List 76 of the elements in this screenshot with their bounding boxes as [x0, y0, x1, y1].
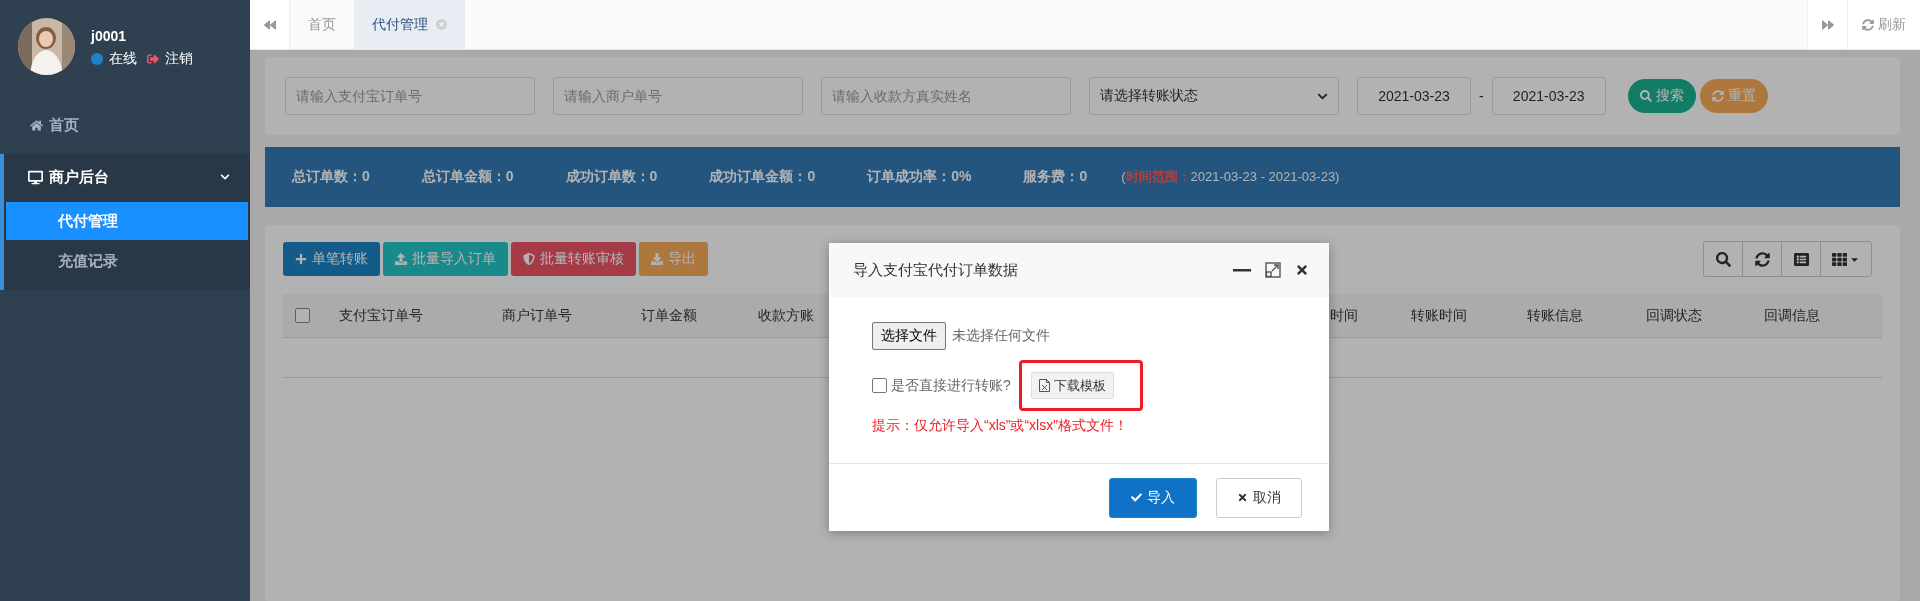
rewind-icon: [263, 18, 276, 31]
list-icon: [1793, 251, 1809, 267]
status-select[interactable]: 请选择转账状态: [1089, 77, 1339, 115]
refresh-button[interactable]: [1742, 241, 1782, 277]
date-to-field[interactable]: 2021-03-23: [1491, 77, 1606, 115]
page-tab[interactable]: 代付管理: [354, 0, 465, 49]
checkbox-label: 是否直接进行转账?: [891, 376, 1011, 395]
menu-group-title[interactable]: 商户后台: [49, 167, 109, 187]
refresh-icon: [1711, 90, 1724, 102]
column-header: 转账信息: [1527, 306, 1584, 325]
shield-icon: [523, 253, 535, 265]
select-all-checkbox[interactable]: [295, 308, 310, 323]
plus-icon: [295, 253, 307, 265]
cancel-button[interactable]: 取消: [1216, 477, 1302, 518]
range-value: 2021-03-23 - 2021-03-23): [1190, 169, 1340, 184]
column-header: 时间: [1330, 306, 1359, 325]
direct-transfer-checkbox[interactable]: [872, 378, 887, 393]
import-button[interactable]: 导入: [1109, 477, 1197, 518]
range-label: 时间范围：: [1125, 169, 1191, 184]
stat-text: 服务费：0: [1023, 168, 1088, 186]
stat-text: 成功订单金额：0: [709, 168, 816, 186]
list-view-button[interactable]: [1781, 241, 1821, 277]
date-separator: -: [1479, 88, 1484, 104]
check-icon: [1131, 492, 1142, 503]
search-field[interactable]: 请输入收款方真实姓名: [821, 77, 1071, 115]
dialog-title: 导入支付宝代付订单数据: [853, 260, 1019, 280]
column-header: 收款方账: [758, 306, 815, 325]
download-template-button[interactable]: 下载模板: [1030, 372, 1114, 399]
monitor-icon: [28, 169, 43, 185]
maximize-icon[interactable]: [1265, 262, 1281, 278]
search-button[interactable]: [1703, 241, 1743, 277]
stat-text: 订单成功率：0%: [867, 168, 972, 186]
scroll-right-button[interactable]: [1807, 0, 1847, 49]
column-header: 商户订单号: [502, 306, 573, 325]
close-icon: [1237, 492, 1248, 503]
logout-icon[interactable]: [147, 53, 159, 65]
refresh-button[interactable]: 刷新: [1847, 0, 1920, 49]
upload-icon: [395, 253, 407, 265]
choose-file-button[interactable]: 选择文件: [872, 322, 946, 350]
file-status: 未选择任何文件: [952, 327, 1050, 345]
stat-text: 总订单数：0: [292, 168, 370, 186]
submenu-item[interactable]: 充值记录: [6, 242, 248, 280]
home-icon: [30, 118, 43, 132]
logout-link[interactable]: 注销: [165, 50, 193, 68]
stat-text: 总订单金额：0: [421, 168, 514, 186]
toolbar-button[interactable]: 批量转账审核: [511, 242, 636, 276]
menu-item[interactable]: 首页: [0, 100, 250, 150]
spreadsheet-file-icon: [1038, 379, 1050, 392]
search-icon: [1715, 251, 1731, 267]
column-header: 支付宝订单号: [339, 306, 424, 325]
close-icon[interactable]: [1295, 263, 1309, 277]
search-field[interactable]: 请输入商户单号: [553, 77, 803, 115]
refresh-icon: [1754, 251, 1770, 267]
chevron-icon[interactable]: [220, 172, 230, 182]
page-tab[interactable]: 首页: [290, 0, 354, 49]
grid-icon: [1832, 251, 1847, 267]
column-header: 回调状态: [1646, 306, 1703, 325]
status-text: 在线: [109, 50, 137, 68]
search-icon: [1639, 90, 1652, 102]
download-icon: [651, 253, 663, 265]
submenu-item[interactable]: 代付管理: [6, 202, 248, 240]
user-name: j0001: [91, 28, 128, 44]
columns-button[interactable]: [1820, 241, 1872, 277]
toolbar-button[interactable]: 单笔转账: [283, 242, 380, 276]
refresh-icon: [1862, 18, 1874, 31]
minimize-icon[interactable]: [1233, 268, 1251, 272]
fast-forward-icon: [1821, 18, 1834, 31]
column-header: 订单金额: [641, 306, 698, 325]
stat-text: 成功订单数：0: [565, 168, 658, 186]
date-from-field[interactable]: 2021-03-23: [1357, 77, 1471, 115]
column-header: 转账时间: [1411, 306, 1468, 325]
search-field[interactable]: 请输入支付宝订单号: [285, 77, 535, 115]
range-paren: (: [1121, 169, 1126, 184]
hint-text: 提示：仅允许导入“xls”或“xlsx”格式文件！: [872, 417, 1129, 435]
scroll-left-button[interactable]: [250, 0, 290, 49]
column-header: 回调信息: [1764, 306, 1821, 325]
